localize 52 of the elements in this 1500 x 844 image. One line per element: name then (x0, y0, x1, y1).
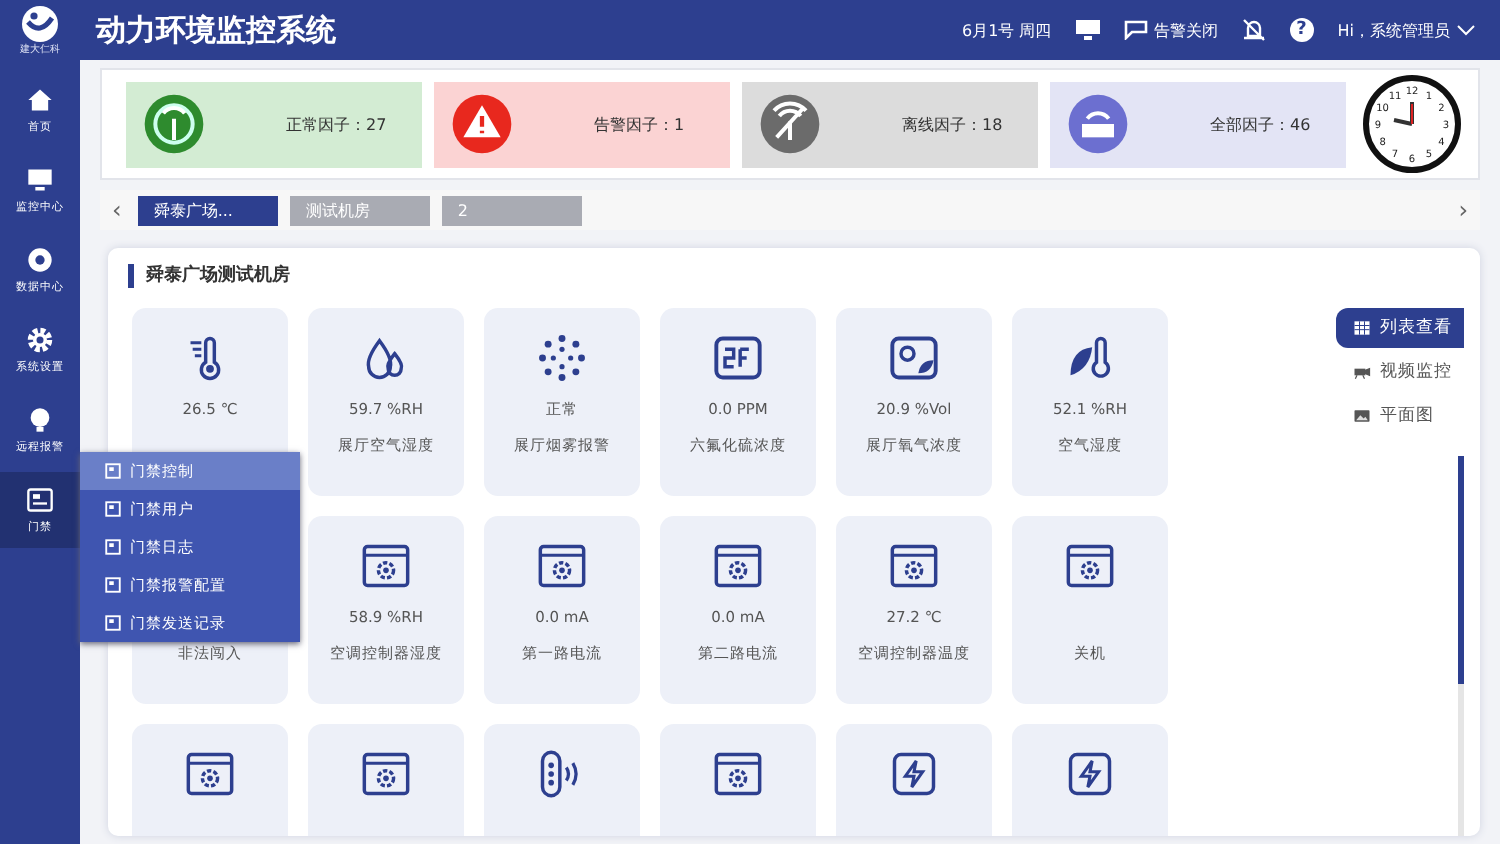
card-icon (26, 486, 54, 514)
help-button[interactable]: ? (1289, 18, 1314, 42)
date-text: 6月1号 周四 (962, 19, 1052, 41)
previous-tab-button[interactable]: ‹ (112, 196, 122, 224)
location-tab[interactable]: 舜泰广场... (137, 195, 278, 225)
app-title: 动力环境监控系统 (96, 11, 336, 49)
gear-window-icon (712, 540, 764, 592)
view-tab[interactable]: 平面图 (1336, 396, 1464, 436)
alarm-toggle[interactable]: 告警关闭 (1123, 19, 1218, 41)
oxygen-icon (888, 332, 940, 384)
next-tab-button[interactable]: › (1458, 196, 1468, 224)
gear-window-icon (888, 540, 940, 592)
chevron-down-icon (1456, 24, 1476, 36)
monitor-icon[interactable] (1075, 20, 1100, 40)
document-icon (104, 538, 122, 556)
gear-window-icon (536, 540, 588, 592)
bulb-icon (26, 406, 54, 434)
status-count: 正常因子：27 (286, 113, 387, 135)
section-title: 舜泰广场测试机房 (128, 264, 290, 288)
gas-canister-icon (712, 332, 764, 384)
user-menu[interactable]: Hi，系统管理员 (1337, 19, 1476, 41)
dotted-ring-icon (536, 332, 588, 384)
view-tab[interactable]: 视频监控 (1336, 352, 1464, 392)
gear-window-icon (360, 540, 412, 592)
status-count: 全部因子：46 (1210, 113, 1311, 135)
table-icon (1352, 318, 1372, 338)
circle-icon (26, 246, 54, 274)
signal-icon (142, 92, 206, 156)
camera-icon (1352, 362, 1372, 382)
picture-icon (1352, 406, 1372, 426)
flag-icon (1123, 20, 1148, 40)
router-icon (1066, 92, 1130, 156)
gear-window-icon (712, 748, 764, 800)
status-count: 离线因子：18 (902, 113, 1003, 135)
gear-icon (26, 326, 54, 354)
document-icon (104, 614, 122, 632)
status-count: 告警因子：1 (594, 113, 685, 135)
gear-window-icon (184, 748, 236, 800)
warning-icon (450, 92, 514, 156)
lightning-icon (888, 748, 940, 800)
document-icon (104, 462, 122, 480)
signal-off-icon (758, 92, 822, 156)
gear-window-icon (1064, 540, 1116, 592)
home-icon (26, 86, 54, 114)
document-icon (104, 500, 122, 518)
lightning-icon (1064, 748, 1116, 800)
gear-window-icon (360, 748, 412, 800)
monitor-icon (26, 166, 54, 194)
document-icon (104, 576, 122, 594)
bell-off-icon[interactable] (1241, 18, 1266, 42)
view-tab[interactable]: 列表查看 (1336, 308, 1464, 348)
scroll-bar[interactable] (1458, 456, 1464, 836)
